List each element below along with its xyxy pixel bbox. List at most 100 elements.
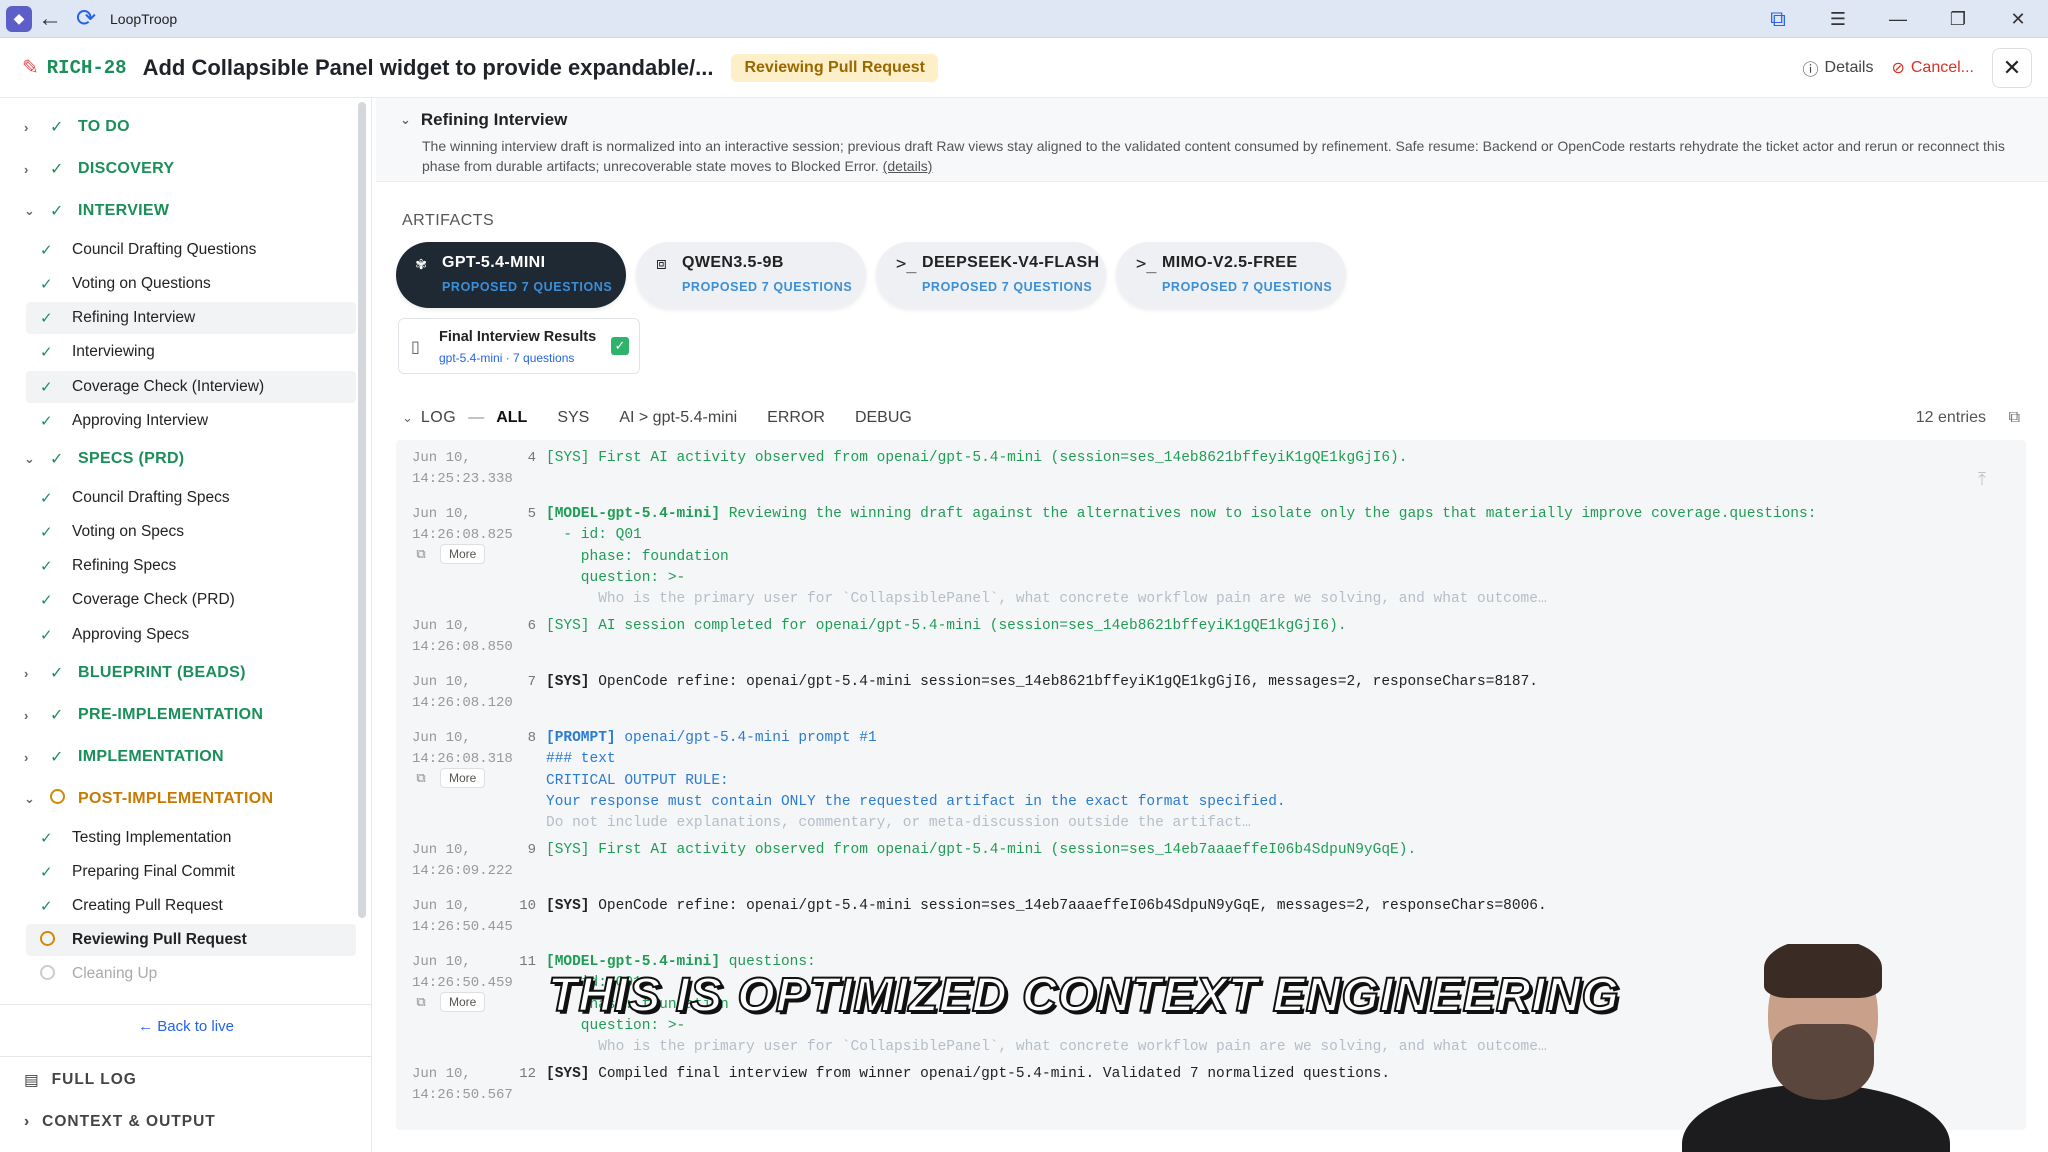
chevron-right-icon: › [24,665,29,681]
log-timestamp: Jun 10, 14:26:08.120 [412,674,513,711]
more-button[interactable]: More [440,544,486,564]
document-icon: ▯ [411,339,420,356]
phase-todo[interactable]: › ✓ TO DO [24,112,130,142]
more-button[interactable]: More [440,992,486,1012]
log-line: [MODEL-gpt-5.4-mini] Reviewing the winni… [546,506,1817,522]
copy-icon[interactable]: ⧉ [412,993,430,1011]
filter-all[interactable]: ALL [496,409,527,427]
context-output-section[interactable]: › CONTEXT & OUTPUT [24,1106,216,1138]
model-card-deepseek-v4-flash[interactable]: >_ DEEPSEEK-V4-FLASH PROPOSED 7 QUESTION… [876,242,1106,308]
in-progress-ring-icon [50,789,68,809]
winner-icon: ✾ [416,254,427,274]
step-voting-on-questions[interactable]: ✓ Voting on Questions [26,268,356,300]
details-link[interactable]: (details) [883,158,933,174]
step-council-drafting-questions[interactable]: ✓ Council Drafting Questions [26,234,356,266]
log-entry-number: 12 [519,1066,536,1082]
phase-specs-prd[interactable]: ⌄ ✓ SPECS (PRD) [24,444,184,474]
phase-interview[interactable]: ⌄ ✓ INTERVIEW [24,196,169,226]
window-titlebar: ◆ ← ⟳ LoopTroop ⧉ ☰ — ❐ ✕ [0,0,2048,38]
menu-icon[interactable]: ☰ [1808,0,1868,38]
back-to-live-link[interactable]: ← Back to live [0,1018,372,1035]
step-voting-on-specs[interactable]: ✓ Voting on Specs [26,516,356,548]
log-timestamp: Jun 10, 14:26:08.825 [412,506,513,543]
entries-count: 12 entries [1915,409,1986,426]
more-button[interactable]: More [440,768,486,788]
chevron-down-icon[interactable]: ⌄ [402,410,413,426]
log-line: [SYS] OpenCode refine: openai/gpt-5.4-mi… [546,674,1538,690]
full-log-section[interactable]: ▤ FULL LOG [24,1064,137,1096]
phase-pre-implementation[interactable]: › ✓ PRE-IMPLEMENTATION [24,700,263,730]
step-creating-pull-request[interactable]: ✓ Creating Pull Request [26,890,356,922]
section-description: The winning interview draft is normalize… [422,138,2005,174]
model-card-gpt-5-4-mini[interactable]: ✾ GPT-5.4-MINI PROPOSED 7 QUESTIONS [396,242,626,308]
log-line: [SYS] First AI activity observed from op… [546,842,1417,858]
ticket-id: RICH-28 [46,56,127,79]
step-cleaning-up[interactable]: Cleaning Up [26,958,356,990]
log-entry: Jun 10, 14:26:08.318 8 [PROMPT] openai/gpt-… [396,728,2026,831]
step-council-drafting-specs[interactable]: ✓ Council Drafting Specs [26,482,356,514]
filter-sys[interactable]: SYS [557,409,589,427]
chevron-down-icon: ⌄ [24,791,36,806]
copy-icon[interactable]: ⧉ [412,545,430,563]
step-preparing-final-commit[interactable]: ✓ Preparing Final Commit [26,856,356,888]
model-card-qwen3-5-9b[interactable]: ⧈ QWEN3.5-9B PROPOSED 7 QUESTIONS [636,242,866,308]
close-ticket-button[interactable]: ✕ [1992,48,2032,88]
sidebar-scrollbar[interactable] [358,102,366,918]
close-window-button[interactable]: ✕ [1988,0,2048,38]
minimize-button[interactable]: — [1868,0,1928,38]
check-icon: ✓ [50,707,64,724]
check-icon: ✓ [50,665,64,682]
step-reviewing-pull-request[interactable]: Reviewing Pull Request [26,924,356,956]
phase-discovery[interactable]: › ✓ DISCOVERY [24,154,174,184]
divider [0,1004,372,1005]
refresh-icon[interactable]: ⟳ [68,1,104,37]
checkbox-checked-icon: ✓ [611,337,629,355]
maximize-button[interactable]: ❐ [1928,0,1988,38]
step-approving-specs[interactable]: ✓ Approving Specs [26,619,356,651]
step-coverage-check-interview[interactable]: ✓ Coverage Check (Interview) [26,371,356,403]
step-interviewing[interactable]: ✓ Interviewing [26,336,356,368]
log-line: phase: foundation [546,548,729,565]
step-testing-implementation[interactable]: ✓ Testing Implementation [26,822,356,854]
log-entry-number: 10 [519,898,536,914]
step-approving-interview[interactable]: ✓ Approving Interview [26,405,356,437]
phase-list: › ✓ TO DO › ✓ DISCOVERY ⌄ ✓ INTERVIEW ✓ C… [0,98,372,1004]
check-icon: ✓ [40,490,53,507]
phase-post-implementation[interactable]: ⌄ POST-IMPLEMENTATION [24,784,273,814]
step-coverage-check-prd[interactable]: ✓ Coverage Check (PRD) [26,584,356,616]
chevron-right-icon: › [24,749,29,765]
model-card-mimo-v2-5-free[interactable]: >_ MIMO-V2.5-FREE PROPOSED 7 QUESTIONS [1116,242,1346,308]
log-tag: [SYS] [546,1066,590,1082]
log-entry-number: 8 [527,730,536,746]
app-logo-icon: ◆ [6,5,32,32]
ticket-icon: ✎ [22,57,39,79]
cancel-button[interactable]: ⊘ Cancel... [1891,58,1974,78]
copy-icon[interactable]: ⧉ [412,769,430,787]
log-tag: [PROMPT] [546,730,616,746]
filter-error[interactable]: ERROR [767,409,825,427]
info-icon: ⓘ [1802,62,1819,79]
extension-icon[interactable]: ⧉ [1748,0,1808,38]
cancel-label: Cancel... [1910,59,1974,76]
in-progress-ring-icon [40,930,60,950]
chevron-right-icon: › [24,1113,31,1130]
filter-debug[interactable]: DEBUG [855,409,912,427]
step-refining-interview[interactable]: ✓ Refining Interview [26,302,356,334]
section-title[interactable]: ⌄ Refining Interview [400,110,567,130]
log-timestamp: Jun 10, 14:26:50.459 [412,954,513,991]
log-line: Who is the primary user for `Collapsible… [546,591,1547,608]
log-label: LOG [420,409,457,426]
filter-ai-model[interactable]: AI > gpt-5.4-mini [619,409,737,427]
phase-blueprint-beads[interactable]: › ✓ BLUEPRINT (BEADS) [24,658,246,688]
step-refining-specs[interactable]: ✓ Refining Specs [26,550,356,582]
back-arrow-icon[interactable]: ← [32,1,68,37]
log-tag: [SYS] [546,898,590,914]
log-timestamp: Jun 10, 14:26:09.222 [412,842,513,879]
log-entry-number: 11 [519,954,536,970]
copy-icon[interactable]: ⧉ [2009,409,2020,427]
final-interview-results-card[interactable]: ▯ Final Interview Results gpt-5.4-mini ·… [398,318,640,374]
model-icon: ⧈ [656,254,667,274]
log-line: Who is the primary user for `Collapsible… [546,1039,1547,1056]
phase-implementation[interactable]: › ✓ IMPLEMENTATION [24,742,224,772]
details-button[interactable]: ⓘ Details [1803,56,1874,80]
